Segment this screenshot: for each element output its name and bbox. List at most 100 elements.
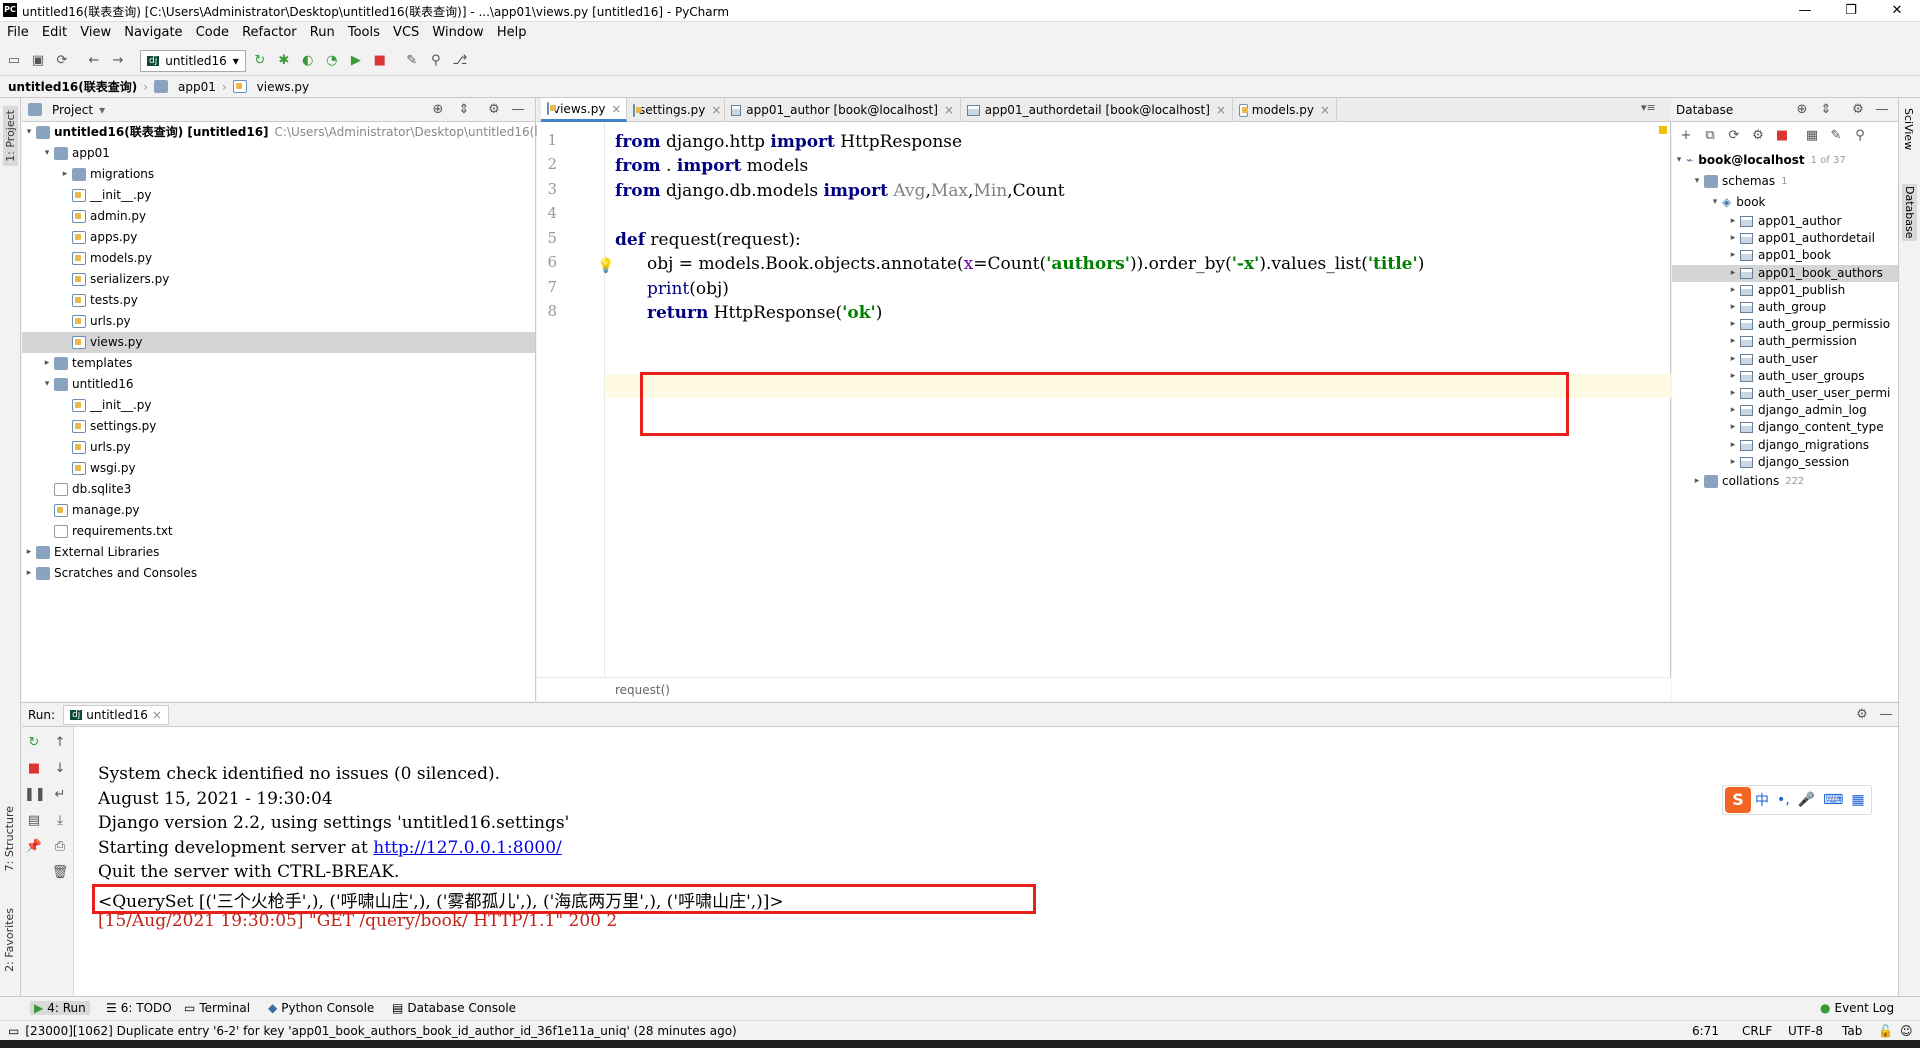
lightbulb-icon[interactable]: 💡 [597,258,614,274]
open-folder-icon[interactable]: ▭ [4,51,24,71]
tree-item[interactable]: ▸ External Libraries [22,542,535,563]
locate-icon[interactable]: ⊕ [1792,100,1812,120]
code-line-3[interactable]: from django.db.models import Avg,Max,Min… [615,181,1065,201]
hide-icon[interactable]: — [1876,705,1896,725]
chevron-down-icon[interactable]: ▾ [1672,150,1686,171]
code-line-6[interactable]: obj = models.Book.objects.annotate(x=Cou… [647,254,1424,274]
code-line-7[interactable]: print(obj) [647,279,729,299]
tree-item[interactable]: apps.py [22,227,535,248]
keyboard-icon[interactable]: ⌨ [1823,792,1843,808]
close-icon[interactable]: × [1216,103,1226,117]
save-icon[interactable]: ▣ [28,51,48,71]
chevron-down-icon[interactable]: ▾ [1690,171,1704,192]
gear-icon[interactable]: ⚙ [1852,705,1872,725]
gear-icon[interactable]: ⚙ [484,100,504,120]
ime-toolbar[interactable]: S 中 •, 🎤 ⌨ ▦ [1722,785,1872,815]
menu-navigate[interactable]: Navigate [124,22,182,40]
tree-item[interactable]: ▸ migrations [22,164,535,185]
tree-item[interactable]: models.py [22,248,535,269]
vcs-icon[interactable]: ⎇ [450,51,470,71]
tree-item[interactable]: urls.py [22,437,535,458]
tree-item[interactable]: wsgi.py [22,458,535,479]
code-line-5[interactable]: def request(request): [615,230,801,250]
locate-icon[interactable]: ⊕ [428,100,448,120]
structure-tool-tab[interactable]: 7: Structure [3,806,16,871]
menu-window[interactable]: Window [432,22,483,40]
indent-setting[interactable]: Tab [1842,1024,1862,1038]
lock-icon[interactable]: 🔓 [1878,1024,1893,1038]
microphone-icon[interactable]: 🎤 [1798,792,1815,808]
chevron-down-icon[interactable]: ▾ [22,122,36,143]
properties-icon[interactable]: ⚙ [1748,126,1768,146]
arrow-up-icon[interactable]: ↑ [50,733,70,753]
breadcrumb-file[interactable]: views.py [257,80,309,94]
code-line-1[interactable]: from django.http import HttpResponse [615,132,962,152]
menu-help[interactable]: Help [497,22,527,40]
concurrency-icon[interactable]: ▶ [346,51,366,71]
chevron-right-icon[interactable]: ▸ [22,563,36,584]
close-icon[interactable]: × [611,102,621,116]
chevron-down-icon[interactable]: ▾ [40,374,54,395]
refresh-icon[interactable]: ⟳ [1724,126,1744,146]
trash-icon[interactable]: 🗑 [50,863,70,883]
tree-item[interactable]: requirements.txt [22,521,535,542]
tree-item[interactable]: manage.py [22,500,535,521]
tab-app01-authordetail[interactable]: app01_authordetail [book@localhost] × [961,98,1233,122]
maximize-icon[interactable]: ❐ [1828,0,1874,22]
event-log-tool-tab[interactable]: ● Event Log [1820,1001,1894,1015]
filter-icon[interactable]: ⚲ [1850,126,1870,146]
soft-wrap-icon[interactable]: ↵ [50,785,70,805]
menu-edit[interactable]: Edit [42,22,67,40]
run-config-select[interactable]: dj untitled16 ▾ [140,49,246,72]
stop-icon[interactable]: ■ [370,51,390,71]
coverage-icon[interactable]: ◐ [298,51,318,71]
close-icon[interactable]: × [152,708,162,722]
debug-icon[interactable]: ✱ [274,51,294,71]
sciview-tool-tab[interactable]: SciView [1902,108,1915,150]
close-icon[interactable]: × [944,103,954,117]
db-schema-book[interactable]: ▾ ◈ book [1708,192,1766,213]
copy-icon[interactable]: ⧉ [1700,126,1720,146]
caret-position[interactable]: 6:71 [1692,1024,1719,1038]
tab-views-py[interactable]: views.py × [541,98,627,122]
chevron-right-icon[interactable]: ▸ [22,542,36,563]
server-link[interactable]: http://127.0.0.1:8000/ [373,838,562,858]
collapse-icon[interactable]: ⇕ [454,100,474,120]
tree-item[interactable]: ▾ app01 [22,143,535,164]
close-icon[interactable]: × [1320,103,1330,117]
tree-item[interactable]: db.sqlite3 [22,479,535,500]
tree-item[interactable]: admin.py [22,206,535,227]
chevron-down-icon[interactable]: ▾ [40,143,54,164]
run-tool-tab[interactable]: ▶ 4: Run [30,1001,90,1015]
project-panel-title[interactable]: Project [52,103,93,117]
ime-mode[interactable]: 中 [1755,790,1769,810]
menu-code[interactable]: Code [196,22,229,40]
punctuation-icon[interactable]: •, [1777,792,1790,808]
tree-item[interactable]: urls.py [22,311,535,332]
hide-icon[interactable]: — [508,100,528,120]
code-breadcrumb-func[interactable]: request() [615,683,670,697]
close-icon[interactable]: ✕ [1874,0,1920,22]
menu-file[interactable]: File [7,22,29,40]
forward-icon[interactable]: → [108,51,128,71]
code-line-2[interactable]: from . import models [615,156,808,176]
hide-icon[interactable]: — [1872,100,1892,120]
close-icon[interactable]: × [711,103,721,117]
gear-icon[interactable]: ⚙ [1848,100,1868,120]
back-icon[interactable]: ← [84,51,104,71]
tab-settings-py[interactable]: settings.py × [627,98,725,122]
menu-run[interactable]: Run [310,22,335,40]
menu-view[interactable]: View [80,22,111,40]
tree-item[interactable]: ▾ untitled16 [22,374,535,395]
inspector-icon[interactable]: ☺ [1900,1024,1913,1038]
chevron-right-icon[interactable]: ▸ [1726,452,1740,473]
tree-item[interactable]: tests.py [22,290,535,311]
chevron-right-icon[interactable]: ▸ [1690,471,1704,492]
database-tool-tab[interactable]: Database [1902,184,1917,241]
db-schemas[interactable]: ▾ schemas 1 [1690,171,1788,192]
terminal-tool-tab[interactable]: ▭ Terminal [184,1001,250,1015]
project-tool-tab[interactable]: 1: Project [3,106,18,166]
rerun-icon[interactable]: ↻ [250,51,270,71]
chevron-right-icon[interactable]: ▸ [40,353,54,374]
collapse-icon[interactable]: ⇕ [1816,100,1836,120]
